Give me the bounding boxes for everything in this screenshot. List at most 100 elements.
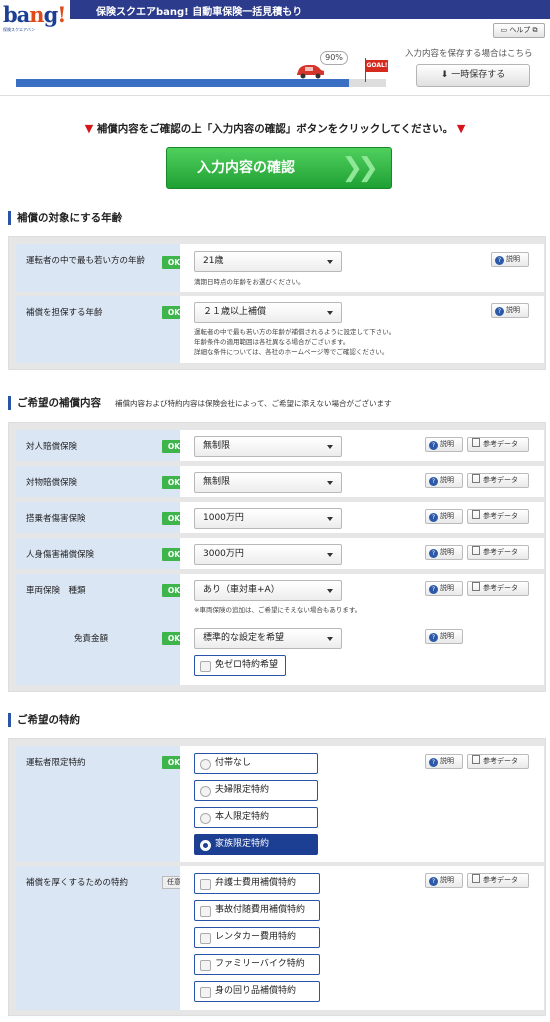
rental-car-checkbox[interactable]: レンタカー費用特約 — [194, 927, 320, 948]
goal-flag: GOAL! — [366, 60, 388, 72]
info-icon: ? — [429, 513, 438, 522]
confirm-button-label: 入力内容の確認 — [197, 160, 295, 176]
reference-data-button[interactable]: 参考データ — [467, 754, 529, 769]
reference-data-button[interactable]: 参考データ — [467, 873, 529, 888]
personal-belongings-checkbox[interactable]: 身の回り品補償特約 — [194, 981, 320, 1002]
brand-logo[interactable]: bang! 保険スクエアバン — [3, 2, 67, 37]
explain-button[interactable]: ? 説明 — [425, 754, 463, 769]
document-icon — [472, 474, 480, 483]
notice-text: 補償内容をご確認の上「入力内容の確認」ボタンをクリックしてください。 — [96, 123, 454, 135]
car-icon — [297, 65, 324, 79]
help-label: ヘルプ — [509, 26, 531, 34]
info-icon: ? — [429, 633, 438, 642]
explain-label: 説明 — [440, 632, 454, 640]
driver-limit-label: 運転者限定特約 — [26, 758, 86, 768]
accident-expense-checkbox[interactable]: 事故付随費用補償特約 — [194, 900, 320, 921]
info-icon: ? — [429, 585, 438, 594]
page-title: 保険スクエアbang! 自動車保険一括見積もり — [96, 7, 303, 18]
lawyer-fee-checkbox[interactable]: 弁護士費用補償特約 — [194, 873, 320, 894]
reference-data-button[interactable]: 参考データ — [467, 545, 529, 560]
explain-label: 説明 — [506, 255, 520, 263]
age-condition-note-1: 運転者の中で最も若い方の年齢が補償されるように設定して下さい。 — [194, 328, 396, 336]
explain-button[interactable]: ? 説明 — [425, 509, 463, 524]
deductible-select[interactable]: 標準的な設定を希望 — [194, 628, 342, 649]
reference-label: 参考データ — [483, 584, 518, 592]
section-title-special: ご希望の特約 — [8, 713, 80, 727]
reference-data-button[interactable]: 参考データ — [467, 581, 529, 596]
explain-button[interactable]: ? 説明 — [425, 873, 463, 888]
help-button[interactable]: ▭ ヘルプ ⧉ — [493, 23, 545, 38]
save-hint: 入力内容を保存する場合はこちら — [405, 49, 533, 59]
bodily-injury-select[interactable]: 無制限 — [194, 436, 342, 457]
vehicle-insurance-select[interactable]: あり（車対車+A） — [194, 580, 342, 601]
document-icon — [472, 510, 480, 519]
coverage-label-cell: 搭乗者傷害保険 OK — [16, 502, 186, 533]
reference-label: 参考データ — [483, 757, 518, 765]
reference-label: 参考データ — [483, 876, 518, 884]
confirm-input-button[interactable]: 入力内容の確認 ❯❯ — [166, 147, 392, 189]
explain-button[interactable]: ? 説明 — [425, 545, 463, 560]
explain-label: 説明 — [440, 757, 454, 765]
info-icon: ? — [429, 758, 438, 767]
driver-option-none[interactable]: 付帯なし — [194, 753, 318, 774]
section-title-coverage: ご希望の補償内容 補償内容および特約内容は保険会社によって、ご希望に添えない場合が… — [8, 396, 392, 410]
coverage-label-cell: 人身傷害補償保険 OK — [16, 538, 186, 569]
explain-button[interactable]: ? 説明 — [491, 303, 529, 318]
explain-button[interactable]: ? 説明 — [425, 581, 463, 596]
driver-limit-label-cell: 運転者限定特約 OK — [16, 746, 186, 862]
info-icon: ? — [429, 477, 438, 486]
triangle-down-icon: ▼ — [456, 122, 466, 135]
monitor-icon: ▭ — [500, 26, 508, 34]
coverage-label-cell: 対人賠償保険 OK — [16, 430, 186, 461]
driver-option-self[interactable]: 本人限定特約 — [194, 807, 318, 828]
coverage-label: 人身傷害補償保険 — [26, 550, 95, 560]
passenger-injury-select[interactable]: 1000万円 — [194, 508, 342, 529]
vehicle-insurance-label: 車両保険 種類 — [26, 586, 86, 596]
reference-label: 参考データ — [483, 440, 518, 448]
property-damage-select[interactable]: 無制限 — [194, 472, 342, 493]
age-condition-select[interactable]: ２１歳以上補償 — [194, 302, 342, 323]
document-icon — [472, 755, 480, 764]
extra-coverage-label-cell: 補償を厚くするための特約 任意 — [16, 866, 186, 1010]
coverage-label: 搭乗者傷害保険 — [26, 514, 86, 524]
vehicle-insurance-label-cell: 車両保険 種類 OK 免責金額 OK — [16, 574, 186, 685]
instruction-notice: ▼ 補償内容をご確認の上「入力内容の確認」ボタンをクリックしてください。 ▼ — [0, 121, 550, 136]
family-bike-checkbox[interactable]: ファミリーバイク特約 — [194, 954, 320, 975]
explain-label: 説明 — [506, 306, 520, 314]
explain-label: 説明 — [440, 876, 454, 884]
document-icon — [472, 546, 480, 555]
personal-injury-select[interactable]: 3000万円 — [194, 544, 342, 565]
youngest-age-select[interactable]: 21歳 — [194, 251, 342, 272]
youngest-age-label: 運転者の中で最も若い方の年齢 — [26, 256, 146, 266]
coverage-label: 対物賠償保険 — [26, 478, 78, 488]
info-icon: ? — [495, 307, 504, 316]
driver-option-couple[interactable]: 夫婦限定特約 — [194, 780, 318, 801]
reference-label: 参考データ — [483, 476, 518, 484]
driver-option-family[interactable]: 家族限定特約 — [194, 834, 318, 855]
section-title-age: 補償の対象にする年齢 — [8, 211, 122, 225]
info-icon: ? — [429, 441, 438, 450]
progress-fill — [16, 79, 349, 87]
coverage-label: 対人賠償保険 — [26, 442, 78, 452]
info-icon: ? — [429, 877, 438, 886]
logo-subtitle: 保険スクエアバン — [3, 27, 36, 32]
save-button-label: 一時保存する — [451, 70, 506, 80]
reference-data-button[interactable]: 参考データ — [467, 509, 529, 524]
reference-data-button[interactable]: 参考データ — [467, 473, 529, 488]
explain-button[interactable]: ? 説明 — [425, 629, 463, 644]
deductible-label: 免責金額 — [74, 634, 109, 644]
coverage-label-cell: 対物賠償保険 OK — [16, 466, 186, 497]
reference-data-button[interactable]: 参考データ — [467, 437, 529, 452]
explain-label: 説明 — [440, 476, 454, 484]
explain-button[interactable]: ? 説明 — [491, 252, 529, 267]
coverage-subtitle: 補償内容および特約内容は保険会社によって、ご希望に添えない場合がございます — [115, 399, 392, 408]
explain-button[interactable]: ? 説明 — [425, 437, 463, 452]
explain-button[interactable]: ? 説明 — [425, 473, 463, 488]
logo-wordmark: bang! — [3, 2, 67, 27]
triangle-down-icon: ▼ — [84, 122, 94, 135]
coverage-title: ご希望の補償内容 — [17, 397, 101, 409]
age-condition-note-2: 年齢条件の適用範囲は各社異なる場合がございます。 — [194, 338, 350, 346]
zero-deductible-checkbox[interactable]: 免ゼロ特約希望 — [194, 655, 286, 676]
youngest-age-label-cell: 運転者の中で最も若い方の年齢 OK — [16, 244, 186, 292]
save-button[interactable]: ⬇ 一時保存する — [416, 64, 530, 87]
